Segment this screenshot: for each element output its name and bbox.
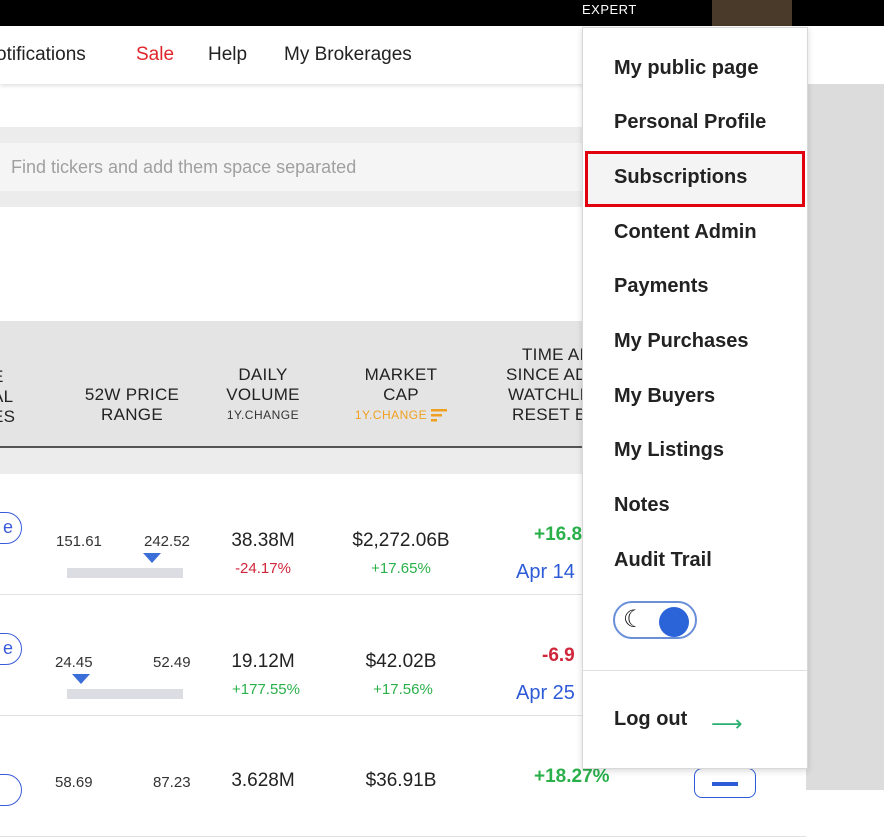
logout-link[interactable]: Log out: [614, 708, 687, 731]
cap-change: +17.65%: [371, 560, 431, 577]
sort-icon[interactable]: [431, 409, 448, 422]
cap-change: +17.56%: [373, 681, 433, 698]
since-added-date[interactable]: Apr 14: [516, 561, 575, 584]
nav-my-brokerages[interactable]: My Brokerages: [284, 44, 412, 66]
moon-icon: ☾: [623, 606, 645, 633]
header-text: CAP: [383, 385, 419, 404]
range-marker-icon: [72, 674, 90, 684]
menu-item-subscriptions[interactable]: Subscriptions: [585, 151, 805, 207]
header-text: RANGE: [101, 405, 163, 424]
header-52w-range[interactable]: 52W PRICE RANGE: [72, 385, 192, 425]
page-backdrop: [806, 84, 884, 790]
arrow-right-icon[interactable]: ⟶: [711, 711, 743, 737]
toggle-knob: [659, 607, 689, 637]
top-bar: EXPERT: [0, 0, 884, 26]
daily-volume: 38.38M: [231, 530, 295, 551]
daily-volume: 19.12M: [231, 651, 295, 672]
user-dropdown-menu: My public page Personal Profile Subscrip…: [582, 27, 808, 769]
menu-item-my-buyers[interactable]: My Buyers: [614, 385, 715, 408]
expert-badge: EXPERT: [582, 2, 637, 17]
ticker-search: [0, 143, 600, 191]
range-high: 52.49: [153, 654, 191, 671]
since-added-change: +16.8: [534, 524, 583, 545]
menu-item-audit-trail[interactable]: Audit Trail: [614, 549, 712, 572]
header-text: 52W PRICE: [84, 385, 180, 404]
range-bar: [67, 568, 183, 578]
remove-from-watchlist-button[interactable]: [694, 768, 756, 798]
menu-item-notes[interactable]: Notes: [614, 494, 670, 517]
header-subtext-sorted: 1Y.CHANGE: [340, 405, 462, 425]
header-text: DAILY: [238, 365, 288, 384]
ticker-search-input[interactable]: [0, 143, 600, 191]
header-subtext: 1Y.CHANGE: [354, 408, 428, 422]
market-cap: $36.91B: [365, 770, 437, 791]
header-text: MARKET: [364, 365, 438, 384]
nav-sale[interactable]: Sale: [136, 44, 174, 66]
row-action-pill[interactable]: e: [0, 633, 22, 665]
range-low: 151.61: [56, 533, 102, 550]
theme-toggle[interactable]: ☾: [613, 601, 697, 639]
header-market-cap[interactable]: MARKET CAP 1Y.CHANGE: [340, 365, 462, 425]
range-high: 87.23: [153, 774, 191, 791]
range-bar: [67, 689, 183, 699]
menu-item-payments[interactable]: Payments: [614, 275, 709, 298]
menu-item-my-public-page[interactable]: My public page: [614, 57, 758, 80]
volume-change: +177.55%: [232, 681, 300, 698]
menu-item-my-listings[interactable]: My Listings: [614, 439, 724, 462]
range-low: 24.45: [55, 654, 93, 671]
header-daily-volume[interactable]: DAILY VOLUME 1Y.CHANGE: [208, 365, 318, 425]
nav-notifications[interactable]: otifications: [0, 44, 86, 66]
menu-item-personal-profile[interactable]: Personal Profile: [614, 111, 766, 134]
market-cap: $42.02B: [365, 651, 437, 672]
header-text: ES: [0, 407, 16, 426]
avatar[interactable]: [712, 0, 792, 26]
volume-change: -24.17%: [235, 560, 291, 577]
header-text: AL: [0, 387, 14, 406]
since-added-date[interactable]: Apr 25: [516, 682, 575, 705]
range-marker-icon: [143, 553, 161, 563]
menu-divider: [583, 670, 807, 671]
menu-item-my-purchases[interactable]: My Purchases: [614, 330, 749, 353]
header-subtext: 1Y.CHANGE: [226, 408, 300, 422]
range-low: 58.69: [55, 774, 93, 791]
menu-item-content-admin[interactable]: Content Admin: [614, 221, 757, 244]
row-action-pill[interactable]: e: [0, 512, 22, 544]
header-text: E: [0, 367, 22, 387]
header-col-partial[interactable]: E AL ES: [0, 367, 22, 427]
row-action-pill[interactable]: [0, 774, 22, 806]
nav-help[interactable]: Help: [208, 44, 247, 66]
daily-volume: 3.628M: [231, 770, 295, 791]
market-cap: $2,272.06B: [352, 530, 450, 551]
header-text: VOLUME: [226, 385, 300, 404]
range-high: 242.52: [144, 533, 190, 550]
since-added-change: -6.9: [542, 645, 575, 666]
since-added-change: +18.27%: [534, 766, 610, 787]
